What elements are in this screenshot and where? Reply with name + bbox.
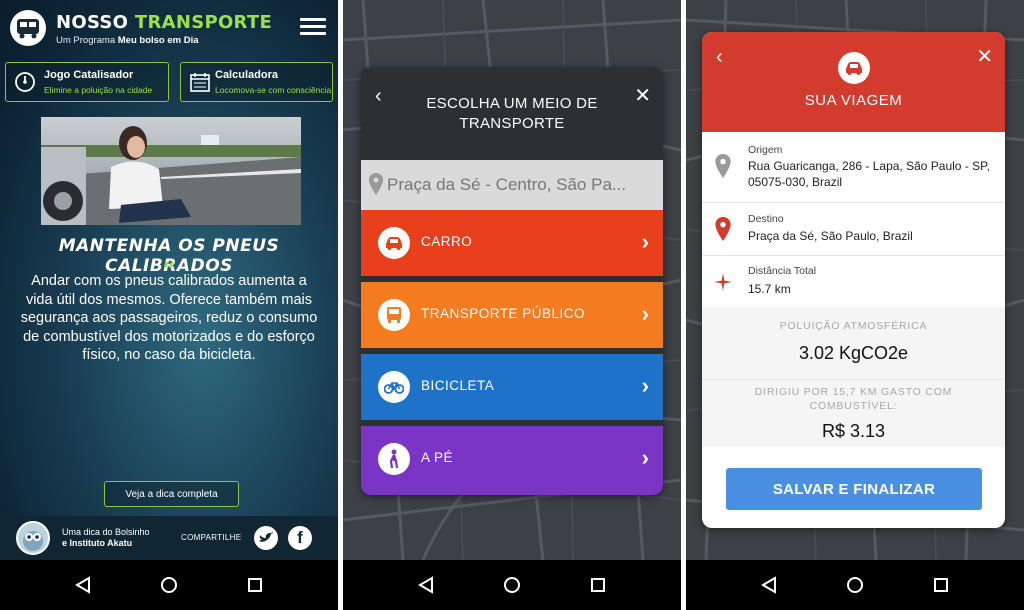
calculator-tile-subtitle: Locomova-se com consciência (215, 85, 332, 95)
modal-header: ‹ ✕ SUA VIAGEM (702, 32, 1005, 132)
cost-value: R$ 3.13 (821, 421, 886, 441)
option-car[interactable]: CARRO › (361, 210, 663, 276)
destination-label: Destino (748, 213, 784, 225)
destination-pin-icon (715, 217, 731, 241)
brand-accent: TRANSPORTE (134, 12, 273, 33)
game-tile-subtitle: Elimine a poluição na cidade (44, 85, 153, 95)
back-nav-icon[interactable] (411, 570, 441, 600)
recents-nav-icon[interactable] (240, 570, 270, 600)
home-nav-icon[interactable] (840, 570, 870, 600)
compass-icon (714, 273, 732, 291)
app-header: NOSSO TRANSPORTE Um Programa Meu bolso e… (0, 0, 338, 58)
destination-row: Destino Praça da Sé, São Paulo, Brazil (702, 203, 1005, 256)
trip-summary-screen: ‹ ✕ SUA VIAGEM Origem Rua Guaricanga, 28… (686, 0, 1024, 610)
share-label: COMPARTILHE (181, 533, 242, 542)
subtitle-bold: Meu bolso em Dia (117, 35, 199, 46)
calculator-tile[interactable]: Calculadora Locomova-se com consciência (180, 62, 333, 102)
app-logo (10, 10, 46, 46)
gauge-icon (15, 72, 35, 92)
distance-label: Distância Total (748, 265, 817, 277)
origin-pin-icon (715, 154, 731, 178)
subtitle-prefix: Um Programa (56, 35, 118, 46)
modal-title: ESCOLHA UM MEIO DE TRANSPORTE (426, 95, 598, 132)
chevron-right-icon: › (641, 373, 649, 398)
search-input[interactable]: Praça da Sé - Centro, São Pa... (387, 160, 659, 210)
pollution-label: POLUIÇÃO ATMOSFÉRICA (779, 320, 928, 332)
chevron-left-icon[interactable]: ‹ (716, 46, 723, 69)
option-label: BICICLETA (421, 378, 495, 393)
origin-label: Origem (748, 144, 783, 156)
pollution-value: 3.02 KgCO2e (798, 343, 909, 363)
car-icon (838, 52, 870, 84)
see-full-tip-button[interactable]: Veja a dica completa (104, 481, 239, 507)
trip-modal: ‹ ✕ SUA VIAGEM Origem Rua Guaricanga, 28… (702, 32, 1005, 528)
app-brand: NOSSO TRANSPORTE (56, 12, 272, 33)
back-nav-icon[interactable] (68, 570, 98, 600)
bolsinho-avatar (16, 521, 50, 555)
transport-modal: ‹ ESCOLHA UM MEIO DE TRANSPORTE ✕ Praça … (361, 67, 663, 495)
walk-icon (378, 443, 410, 475)
car-icon (378, 227, 410, 259)
destination-search[interactable]: Praça da Sé - Centro, São Pa... (361, 160, 663, 210)
credits-footer: Uma dica do Bolsinho e Instituto Akatu C… (0, 516, 338, 560)
chevron-right-icon: › (641, 301, 649, 326)
option-label: A PÉ (421, 450, 454, 465)
option-label: TRANSPORTE PÚBLICO (421, 306, 586, 321)
credit-line-1: Uma dica do Bolsinho (62, 527, 150, 537)
credit-line-2: e Instituto Akatu (62, 538, 133, 548)
twitter-icon[interactable] (254, 526, 278, 550)
android-navbar (343, 560, 681, 610)
origin-row: Origem Rua Guaricanga, 286 - Lapa, São P… (702, 132, 1005, 203)
bus-logo-icon (17, 19, 39, 39)
chevron-left-icon[interactable]: ‹ (375, 85, 382, 108)
bus-icon (378, 299, 410, 331)
facebook-icon[interactable]: f (288, 526, 312, 550)
modal-title: SUA VIAGEM (804, 92, 903, 109)
cost-label: DIRIGIU POR 15,7 KM GASTO COM COMBUSTÍVE… (754, 386, 953, 412)
transport-choice-screen: ‹ ESCOLHA UM MEIO DE TRANSPORTE ✕ Praça … (343, 0, 681, 610)
distance-row: Distância Total 15.7 km (702, 256, 1005, 307)
tip-photo (41, 117, 301, 225)
origin-value: Rua Guaricanga, 286 - Lapa, São Paulo - … (748, 159, 990, 189)
home-nav-icon[interactable] (154, 570, 184, 600)
game-tile-title: Jogo Catalisador (44, 69, 134, 81)
game-tile[interactable]: Jogo Catalisador Elimine a poluição na c… (5, 62, 169, 102)
modal-header: ‹ ESCOLHA UM MEIO DE TRANSPORTE ✕ (361, 67, 663, 160)
back-nav-icon[interactable] (754, 570, 784, 600)
option-walk[interactable]: A PÉ › (361, 426, 663, 495)
option-public-transport[interactable]: TRANSPORTE PÚBLICO › (361, 282, 663, 348)
close-icon[interactable]: ✕ (634, 83, 651, 108)
home-nav-icon[interactable] (497, 570, 527, 600)
option-bicycle[interactable]: BICICLETA › (361, 354, 663, 420)
android-navbar (686, 560, 1024, 610)
recents-nav-icon[interactable] (583, 570, 613, 600)
distance-value: 15.7 km (748, 282, 791, 296)
location-pin-icon (369, 173, 383, 195)
calculator-tile-title: Calculadora (215, 69, 278, 81)
divider (702, 379, 1005, 380)
hamburger-menu-icon[interactable] (300, 14, 326, 40)
recents-nav-icon[interactable] (926, 570, 956, 600)
save-finish-button[interactable]: SALVAR E FINALIZAR (726, 468, 982, 510)
brand-main: NOSSO (56, 12, 135, 33)
tips-screen: NOSSO TRANSPORTE Um Programa Meu bolso e… (0, 0, 338, 610)
chevron-right-icon: › (641, 445, 649, 470)
chevron-right-icon: › (641, 229, 649, 254)
emissions-summary: POLUIÇÃO ATMOSFÉRICA 3.02 KgCO2e DIRIGIU… (702, 307, 1005, 447)
tip-body: Andar com os pneus calibrados aumenta a … (20, 273, 318, 363)
destination-value: Praça da Sé, São Paulo, Brazil (748, 229, 913, 243)
app-subtitle: Um Programa Meu bolso em Dia (56, 35, 199, 46)
android-navbar (0, 560, 338, 610)
close-icon[interactable]: ✕ (976, 44, 993, 69)
option-label: CARRO (421, 234, 473, 249)
calendar-icon (190, 73, 210, 92)
bike-icon (378, 371, 410, 403)
